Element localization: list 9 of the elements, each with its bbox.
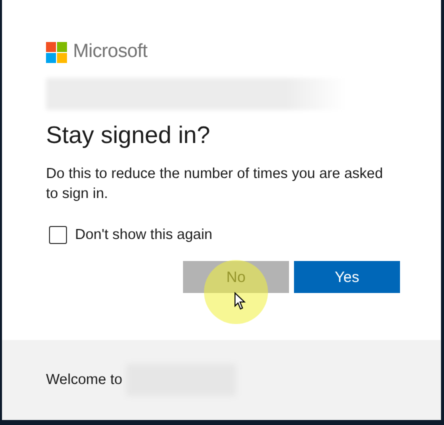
description-text: Do this to reduce the number of times you are asked to sign in. bbox=[46, 165, 384, 204]
checkbox-label[interactable]: Don't show this again bbox=[75, 227, 212, 243]
yes-button[interactable]: Yes bbox=[294, 261, 400, 293]
checkbox[interactable] bbox=[49, 226, 67, 244]
footer-text: Welcome to bbox=[46, 372, 122, 388]
dialog-title: Stay signed in? bbox=[46, 122, 212, 150]
four-squares-logo-icon bbox=[46, 42, 67, 62]
pointer-icon bbox=[234, 292, 246, 310]
brand-name: Microsoft bbox=[73, 41, 148, 63]
